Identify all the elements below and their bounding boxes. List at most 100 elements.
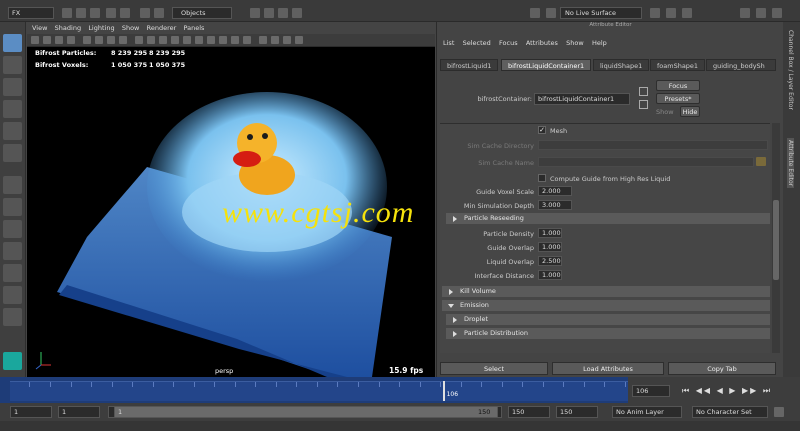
section-droplet[interactable]: Droplet [446,314,770,325]
time-slider-track[interactable] [10,381,628,401]
shadows-icon[interactable] [195,36,203,44]
playback-buttons[interactable]: ⏮ ◀◀ ◀ ▶ ▶▶ ⏭ [682,386,772,396]
camera-attributes-icon[interactable] [43,36,51,44]
current-frame-field[interactable]: 106 [632,385,670,397]
ae-menu-attributes[interactable]: Attributes [526,36,558,50]
presets-button[interactable]: Presets* [656,93,700,104]
menu-set-dropdown[interactable]: FX [8,7,54,19]
section-emission[interactable]: Emission [442,300,770,311]
liquid-overlap-field[interactable]: 2.500 [538,256,562,266]
ae-menu-list[interactable]: List [443,36,454,50]
select-object-icon[interactable] [154,8,164,18]
compute-guide-checkbox[interactable] [538,174,546,182]
load-attributes-button[interactable]: Load Attributes [552,362,664,375]
hide-button[interactable]: Hide [680,106,700,117]
copy-tab-button[interactable]: Copy Tab [668,362,776,375]
wireframe-icon[interactable] [135,36,143,44]
interface-distance-field[interactable]: 1.000 [538,270,562,280]
tab-guiding-body[interactable]: guiding_bodySh [706,59,776,71]
hypershade-layout-icon[interactable] [3,286,22,304]
lasso-tool-icon[interactable] [3,56,22,74]
viewport-menu-show[interactable]: Show [122,22,140,34]
rotate-tool-icon[interactable] [3,122,22,140]
particle-density-field[interactable]: 1.000 [538,228,562,238]
section-particle-distribution[interactable]: Particle Distribution [446,328,770,339]
film-gate-icon[interactable] [95,36,103,44]
smooth-shade-icon[interactable] [147,36,155,44]
range-start-field[interactable]: 1 [10,406,52,418]
tab-foam-shape[interactable]: foamShape1 [650,59,706,71]
selection-mode-dropdown[interactable]: Objects [172,7,232,19]
mesh-checkbox[interactable]: ✓ [538,126,546,134]
render-icon[interactable] [650,8,660,18]
bookmark-icon[interactable] [55,36,63,44]
snap-grid-icon[interactable] [250,8,260,18]
live-surface-field[interactable]: No Live Surface [560,7,642,19]
toggle-attribute-editor-icon[interactable] [756,8,766,18]
single-pane-layout-icon[interactable] [3,176,22,194]
range-slider-handle[interactable]: 1 [114,406,498,418]
lighting-icon[interactable] [183,36,191,44]
scale-tool-icon[interactable] [3,144,22,162]
tab-bifrost-liquid[interactable]: bifrostLiquid1 [440,59,499,71]
motion-blur-icon[interactable] [219,36,227,44]
playback-end-field[interactable]: 150 [508,406,550,418]
save-scene-icon[interactable] [90,8,100,18]
ipr-render-icon[interactable] [666,8,676,18]
antialias-icon[interactable] [231,36,239,44]
xray-icon[interactable] [271,36,279,44]
paint-select-icon[interactable] [3,78,22,96]
grid-toggle-icon[interactable] [83,36,91,44]
section-particle-reseeding[interactable]: Particle Reseeding [446,213,770,224]
select-button[interactable]: Select [440,362,548,375]
magnet-icon[interactable] [546,8,556,18]
backface-culling-icon[interactable] [295,36,303,44]
side-by-side-layout-icon[interactable] [3,220,22,238]
undo-icon[interactable] [106,8,116,18]
folder-icon[interactable] [756,157,766,166]
guide-overlap-field[interactable]: 1.000 [538,242,562,252]
persp-graph-layout-icon[interactable] [3,242,22,260]
auto-key-icon[interactable] [774,407,784,417]
ae-menu-show[interactable]: Show [566,36,584,50]
open-scene-icon[interactable] [76,8,86,18]
range-end-field[interactable]: 150 [556,406,598,418]
move-tool-icon[interactable] [3,100,22,118]
sim-cache-name-field[interactable] [538,157,754,167]
focus-arrow-icon[interactable] [639,87,648,96]
side-tab-attribute-editor[interactable]: Attribute Editor [787,138,794,189]
side-tab-channel-box[interactable]: Channel Box / Layer Editor [787,30,794,110]
character-set-dropdown[interactable]: No Character Set [692,406,768,418]
xray-joints-icon[interactable] [283,36,291,44]
camera-select-icon[interactable] [31,36,39,44]
viewport-menu-shading[interactable]: Shading [55,22,81,34]
redo-icon[interactable] [120,8,130,18]
ae-menu-selected[interactable]: Selected [463,36,491,50]
ambient-occlusion-icon[interactable] [207,36,215,44]
toggle-modeling-toolkit-icon[interactable] [740,8,750,18]
presets-arrow-icon[interactable] [639,100,648,109]
ae-menu-help[interactable]: Help [592,36,607,50]
uv-layout-icon[interactable] [3,308,22,326]
select-tool-icon[interactable] [3,34,22,52]
depth-of-field-icon[interactable] [243,36,251,44]
viewport-menu-view[interactable]: View [32,22,47,34]
snap-point-icon[interactable] [278,8,288,18]
current-time-marker[interactable] [442,381,445,401]
viewport-menu-renderer[interactable]: Renderer [147,22,177,34]
isolate-select-icon[interactable] [259,36,267,44]
select-hierarchy-icon[interactable] [140,8,150,18]
tab-liquid-shape[interactable]: liquidShape1 [593,59,650,71]
tab-bifrost-liquid-container[interactable]: bifrostLiquidContainer1 [501,59,592,71]
new-scene-icon[interactable] [62,8,72,18]
attribute-scrollbar-thumb[interactable] [773,200,779,280]
snap-view-icon[interactable] [292,8,302,18]
make-live-icon[interactable] [530,8,540,18]
wireframe-on-shaded-icon[interactable] [159,36,167,44]
render-settings-icon[interactable] [682,8,692,18]
sim-cache-dir-field[interactable] [538,140,768,150]
focus-button[interactable]: Focus [656,80,700,91]
snap-curve-icon[interactable] [264,8,274,18]
toggle-channel-box-icon[interactable] [772,8,782,18]
anim-layer-dropdown[interactable]: No Anim Layer [612,406,682,418]
